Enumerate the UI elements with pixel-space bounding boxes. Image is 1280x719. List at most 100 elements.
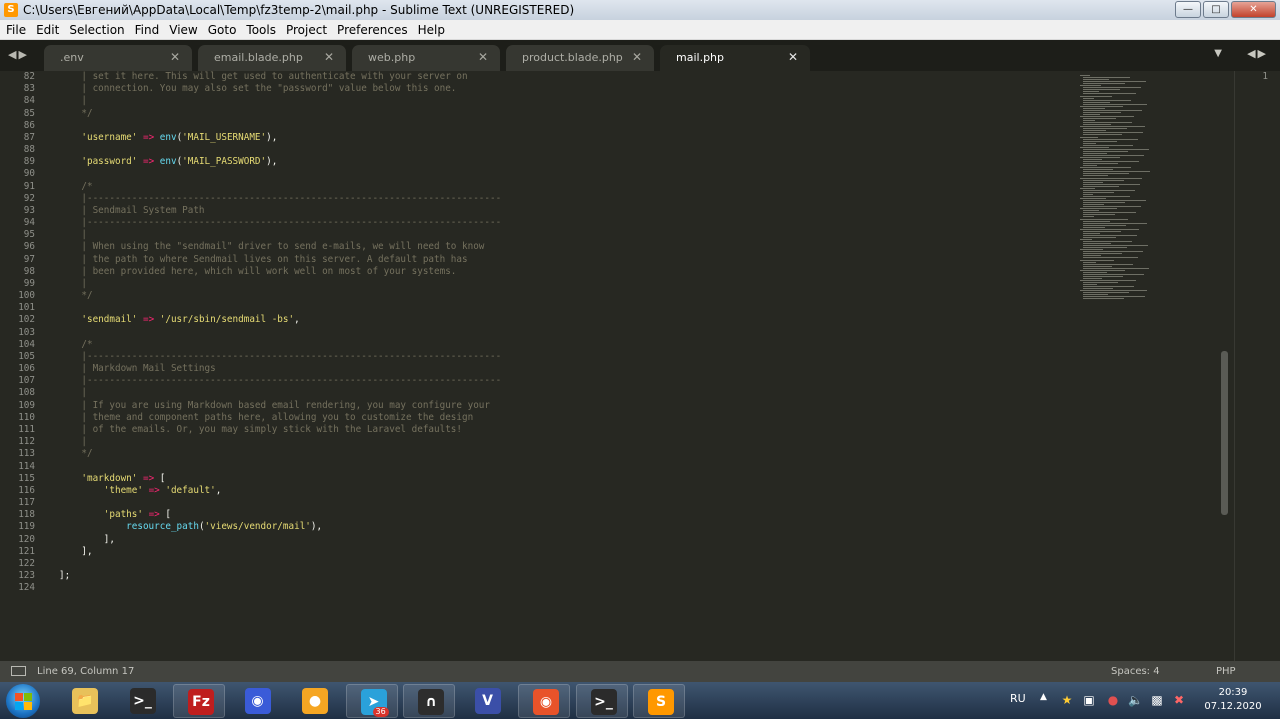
code-line[interactable]: */ xyxy=(59,290,501,302)
menu-help[interactable]: Help xyxy=(413,20,450,40)
code-line[interactable]: |---------------------------------------… xyxy=(59,193,501,205)
code-line[interactable]: 'sendmail' => '/usr/sbin/sendmail -bs', xyxy=(59,314,501,326)
code-line[interactable]: /* xyxy=(59,181,501,193)
network-warning-icon[interactable]: ✖ xyxy=(1172,693,1186,707)
code-line[interactable]: ]; xyxy=(59,570,501,582)
taskbar-file-explorer[interactable]: 📁 xyxy=(58,684,110,718)
code-line[interactable]: | xyxy=(59,278,501,290)
code-line[interactable]: | Sendmail System Path xyxy=(59,205,501,217)
code-line[interactable]: 'markdown' => [ xyxy=(59,473,501,485)
code-line[interactable]: resource_path('views/vendor/mail'), xyxy=(59,521,501,533)
tab-web[interactable]: web.php ✕ xyxy=(352,45,500,71)
menu-edit[interactable]: Edit xyxy=(31,20,64,40)
clock[interactable]: 20:39 07.12.2020 xyxy=(1198,686,1268,714)
code-line[interactable]: |---------------------------------------… xyxy=(59,375,501,387)
code-line[interactable]: */ xyxy=(59,108,501,120)
taskbar-firefox-dev[interactable]: ◉ xyxy=(231,684,283,718)
code-line[interactable] xyxy=(59,461,501,473)
taskbar-firefox[interactable]: ◉ xyxy=(518,684,570,718)
indentation-setting[interactable]: Spaces: 4 xyxy=(1111,666,1160,677)
panel-toggle-icon[interactable] xyxy=(11,666,26,676)
code-line[interactable]: | the path to where Sendmail lives on th… xyxy=(59,254,501,266)
minimap[interactable] xyxy=(1078,71,1150,303)
code-line[interactable] xyxy=(59,582,501,594)
menu-preferences[interactable]: Preferences xyxy=(332,20,413,40)
code-line[interactable] xyxy=(59,120,501,132)
tab-env[interactable]: .env ✕ xyxy=(44,45,192,71)
taskbar-vpn[interactable]: ∩ xyxy=(403,684,455,718)
second-editor-pane[interactable]: 1 xyxy=(1234,71,1280,661)
menu-view[interactable]: View xyxy=(164,20,202,40)
line-number: 113 xyxy=(18,448,35,460)
code-line[interactable]: | connection. You may also set the "pass… xyxy=(59,83,501,95)
security-icon[interactable]: ● xyxy=(1106,693,1120,707)
tab-scroll-arrows-icon[interactable]: ◀▶ xyxy=(1247,47,1268,60)
code-line[interactable]: | theme and component paths here, allowi… xyxy=(59,412,501,424)
menu-selection[interactable]: Selection xyxy=(64,20,129,40)
taskbar-filezilla[interactable]: Fz xyxy=(173,684,225,718)
menu-project[interactable]: Project xyxy=(281,20,332,40)
code-line[interactable]: | When using the "sendmail" driver to se… xyxy=(59,241,501,253)
syntax-selector[interactable]: PHP xyxy=(1216,666,1236,677)
taskbar-editor-v[interactable]: V xyxy=(461,684,513,718)
code-line[interactable]: | been provided here, which will work we… xyxy=(59,266,501,278)
menu-find[interactable]: Find xyxy=(130,20,165,40)
minimize-button[interactable]: — xyxy=(1175,1,1201,18)
code-line[interactable]: | If you are using Markdown based email … xyxy=(59,400,501,412)
code-line[interactable] xyxy=(59,168,501,180)
taskbar-telegram[interactable]: ➤ 36 xyxy=(345,684,398,718)
code-line[interactable]: | set it here. This will get used to aut… xyxy=(59,71,501,83)
code-line[interactable] xyxy=(59,558,501,570)
tab-product-blade[interactable]: product.blade.php ✕ xyxy=(506,45,654,71)
star-icon[interactable]: ★ xyxy=(1060,693,1074,707)
code-line[interactable] xyxy=(59,302,501,314)
tab-nav-arrows-icon[interactable]: ◀▶ xyxy=(8,48,29,61)
code-area[interactable]: | set it here. This will get used to aut… xyxy=(59,71,501,594)
network-device-icon[interactable]: ▣ xyxy=(1082,693,1096,707)
vertical-scrollbar[interactable] xyxy=(1221,351,1228,515)
menu-tools[interactable]: Tools xyxy=(241,20,281,40)
menu-goto[interactable]: Goto xyxy=(203,20,242,40)
show-hidden-icons-icon[interactable]: ▲ xyxy=(1040,692,1047,702)
code-line[interactable]: 'username' => env('MAIL_USERNAME'), xyxy=(59,132,501,144)
code-line[interactable]: |---------------------------------------… xyxy=(59,217,501,229)
code-line[interactable]: /* xyxy=(59,339,501,351)
code-line[interactable]: | xyxy=(59,229,501,241)
signal-icon[interactable]: ▩ xyxy=(1150,693,1164,707)
language-indicator[interactable]: RU xyxy=(1010,692,1026,705)
code-line[interactable]: 'theme' => 'default', xyxy=(59,485,501,497)
volume-icon[interactable]: 🔈 xyxy=(1128,693,1143,707)
maximize-button[interactable]: □ xyxy=(1203,1,1229,18)
tab-close-icon[interactable]: ✕ xyxy=(170,50,180,64)
code-line[interactable] xyxy=(59,327,501,339)
tab-close-icon[interactable]: ✕ xyxy=(788,50,798,64)
taskbar-terminal[interactable]: >_ xyxy=(116,684,168,718)
code-line[interactable]: 'paths' => [ xyxy=(59,509,501,521)
code-line[interactable]: 'password' => env('MAIL_PASSWORD'), xyxy=(59,156,501,168)
tab-mail[interactable]: mail.php ✕ xyxy=(660,45,810,71)
taskbar-sublime-text[interactable]: S xyxy=(633,684,685,718)
code-line[interactable]: | Markdown Mail Settings xyxy=(59,363,501,375)
code-line[interactable]: | of the emails. Or, you may simply stic… xyxy=(59,424,501,436)
code-line[interactable]: | xyxy=(59,436,501,448)
start-button[interactable] xyxy=(6,684,40,718)
tab-close-icon[interactable]: ✕ xyxy=(478,50,488,64)
code-line[interactable] xyxy=(59,497,501,509)
code-line[interactable]: |---------------------------------------… xyxy=(59,351,501,363)
taskbar-chrome-like[interactable]: ● xyxy=(288,684,340,718)
code-line[interactable]: */ xyxy=(59,448,501,460)
code-line[interactable]: ], xyxy=(59,534,501,546)
tab-close-icon[interactable]: ✕ xyxy=(324,50,334,64)
menu-file[interactable]: File xyxy=(1,20,31,40)
close-button[interactable]: ✕ xyxy=(1231,1,1276,18)
code-line[interactable]: | xyxy=(59,95,501,107)
tab-close-icon[interactable]: ✕ xyxy=(632,50,642,64)
tab-email-blade[interactable]: email.blade.php ✕ xyxy=(198,45,346,71)
code-editor[interactable]: 82 83 84 85 86 87 88 89 90 91 92 93 94 95 96 97 98 99 100 1… xyxy=(0,71,1234,661)
tab-dropdown-icon[interactable]: ▼ xyxy=(1214,48,1222,59)
windows-logo-icon xyxy=(15,702,23,710)
code-line[interactable]: ], xyxy=(59,546,501,558)
code-line[interactable]: | xyxy=(59,387,501,399)
code-line[interactable] xyxy=(59,144,501,156)
taskbar-terminal-2[interactable]: >_ xyxy=(575,684,628,718)
